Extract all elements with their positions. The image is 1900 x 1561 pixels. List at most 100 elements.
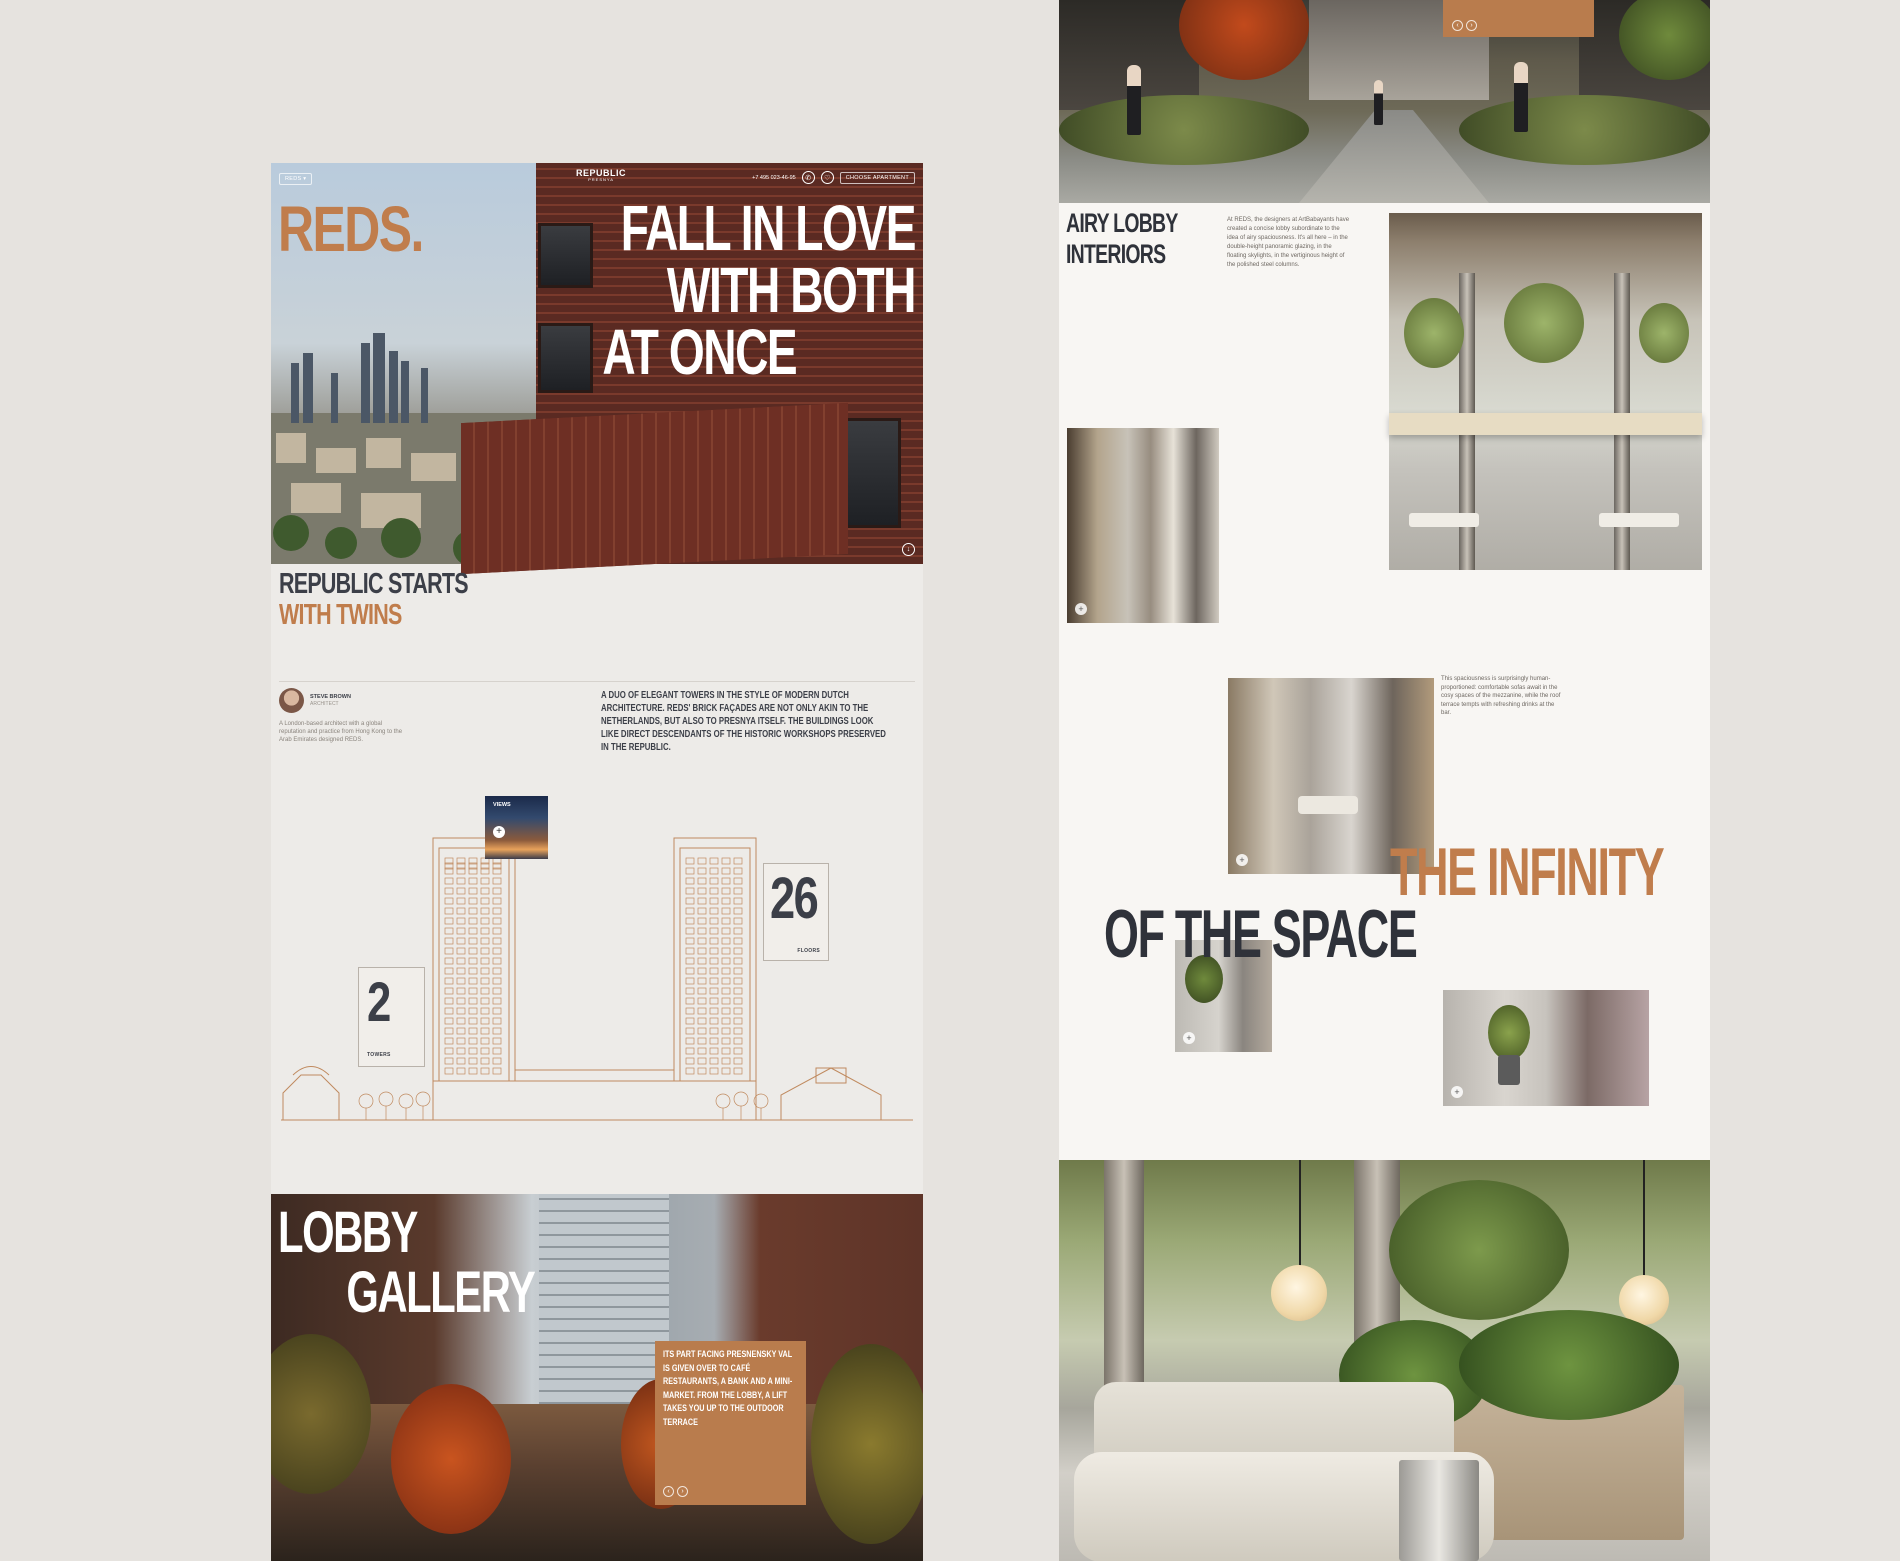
towers-stat: 2 TOWERS [358, 967, 425, 1067]
tower-window [709, 917, 719, 925]
tower-window [685, 1007, 695, 1015]
corridor-image[interactable]: + [1443, 990, 1649, 1106]
tower-window [685, 877, 695, 885]
tower-window [480, 977, 490, 985]
tower-window [709, 857, 719, 865]
tower-window [468, 1027, 478, 1035]
tower-window [721, 927, 731, 935]
tower-window [721, 937, 731, 945]
tower-window [697, 987, 707, 995]
tower-window [697, 1047, 707, 1055]
tower-window [709, 997, 719, 1005]
tower-window [733, 1047, 743, 1055]
arrow-left-icon[interactable]: ‹ [663, 1486, 674, 1497]
tower-window [697, 1007, 707, 1015]
tower-window [456, 957, 466, 965]
hero-section: REDS ▾ REPUBLIC PRESNYA +7 495 023-46-95… [271, 163, 923, 575]
heart-icon[interactable]: ♡ [820, 171, 834, 184]
arrow-right-icon[interactable]: › [677, 1486, 688, 1497]
section-title-line: REPUBLIC STARTS [279, 568, 469, 600]
tower-window [468, 1047, 478, 1055]
tower-window [468, 927, 478, 935]
plus-icon[interactable]: + [1236, 854, 1248, 866]
tower-window [456, 1067, 466, 1075]
tower-window [697, 947, 707, 955]
tower-window [492, 1057, 502, 1065]
tower-window [480, 967, 490, 975]
tower-window [444, 1027, 454, 1035]
tower-window [709, 977, 719, 985]
right-page-preview: ‹ › AIRY LOBBY INTERIORS At REDS, the de… [1059, 0, 1710, 1561]
pedestrian [1514, 62, 1528, 132]
slider-arrows: ‹ › [1452, 20, 1477, 31]
tower-window [697, 867, 707, 875]
menu-button[interactable]: REDS ▾ [279, 173, 313, 185]
tower-window [444, 957, 454, 965]
tower-window [697, 907, 707, 915]
plus-icon[interactable]: + [1451, 1086, 1463, 1098]
tower-window [721, 897, 731, 905]
scroll-down-icon[interactable]: ↓ [902, 543, 915, 556]
tower-window [721, 867, 731, 875]
tower-window [456, 1027, 466, 1035]
tower-window [733, 887, 743, 895]
tower-window [480, 1007, 490, 1015]
airy-title-line: INTERIORS [1066, 239, 1166, 269]
republic-logo[interactable]: REPUBLIC PRESNYA [576, 169, 626, 182]
tower-window [444, 887, 454, 895]
plus-icon[interactable]: + [1183, 1032, 1195, 1044]
tower-window [456, 877, 466, 885]
arrow-left-icon[interactable]: ‹ [1452, 20, 1463, 31]
plus-icon[interactable]: + [493, 826, 505, 838]
tower-window [697, 997, 707, 1005]
phone-link[interactable]: +7 495 023-46-95 [752, 175, 796, 181]
tower-window [468, 1037, 478, 1045]
tower-window [733, 947, 743, 955]
mezzanine [1389, 413, 1702, 435]
tower-window [709, 937, 719, 945]
arrow-right-icon[interactable]: › [1466, 20, 1477, 31]
tree [391, 1384, 511, 1534]
plus-icon[interactable]: + [1075, 603, 1087, 615]
tower-window [685, 1037, 695, 1045]
tower-window [721, 977, 731, 985]
tower-window [444, 1017, 454, 1025]
bush [1459, 1310, 1679, 1420]
lobby-detail-image[interactable]: + [1067, 428, 1219, 623]
tower-window [456, 887, 466, 895]
tower-window [697, 887, 707, 895]
hero-headline-line: AT ONCE [602, 316, 797, 388]
tower-window [468, 937, 478, 945]
tower-window [733, 877, 743, 885]
views-card[interactable]: VIEWS + [485, 796, 548, 859]
tower-window [468, 977, 478, 985]
planter-pot [1498, 1055, 1520, 1085]
lamp-wire [1643, 1160, 1645, 1280]
tower-window [480, 1027, 490, 1035]
tower-window [733, 937, 743, 945]
tower-window [721, 947, 731, 955]
tower-window [721, 857, 731, 865]
tower-window [468, 907, 478, 915]
tower-window [685, 857, 695, 865]
tower-window [709, 907, 719, 915]
pedestrian [1374, 80, 1383, 125]
tower-window [733, 897, 743, 905]
tower-window [721, 887, 731, 895]
tower-window [697, 957, 707, 965]
tower-window [444, 927, 454, 935]
tower-window [685, 977, 695, 985]
tower-window [480, 937, 490, 945]
phone-icon[interactable]: ✆ [801, 171, 815, 184]
tower-window [685, 887, 695, 895]
tower-window [480, 907, 490, 915]
airy-title-line: AIRY LOBBY [1066, 208, 1178, 238]
tower-window [685, 927, 695, 935]
tower-window [456, 937, 466, 945]
choose-apartment-button[interactable]: CHOOSE APARTMENT [839, 171, 915, 184]
tower-window [444, 1037, 454, 1045]
tower-window [733, 1037, 743, 1045]
tower-window [492, 967, 502, 975]
tree [811, 1344, 923, 1544]
tower-window [733, 967, 743, 975]
